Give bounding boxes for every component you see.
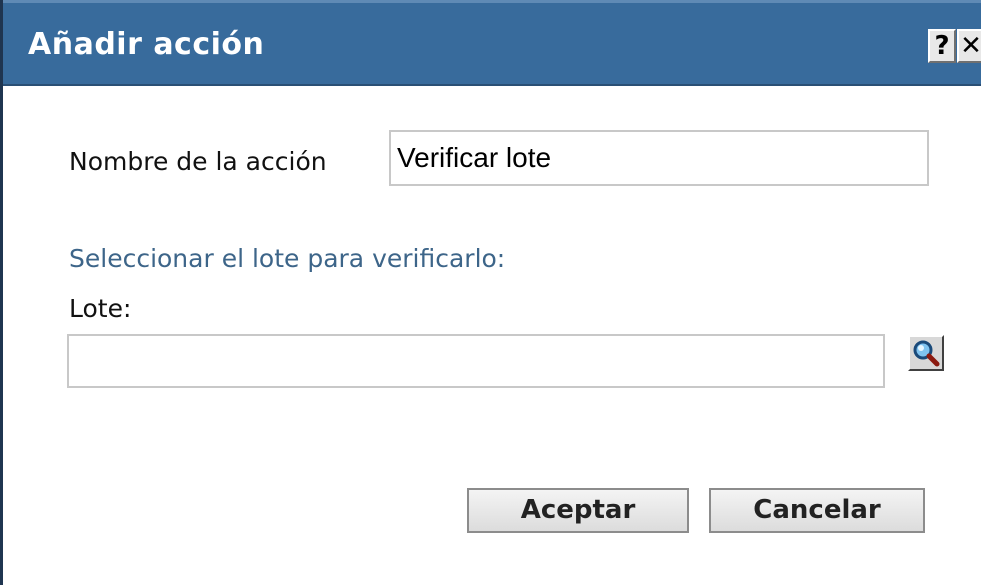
dialog-titlebar: Añadir acción ? ✕ — [3, 0, 981, 86]
close-button[interactable]: ✕ — [957, 29, 981, 63]
dialog-title: Añadir acción — [28, 27, 265, 62]
add-action-dialog: Añadir acción ? ✕ Nombre de la acción Se… — [0, 0, 981, 585]
action-name-input[interactable] — [389, 130, 929, 186]
select-batch-heading: Seleccionar el lote para verificarlo: — [69, 244, 506, 273]
cancel-button[interactable]: Cancelar — [709, 488, 925, 533]
action-name-label: Nombre de la acción — [69, 147, 327, 176]
help-button[interactable]: ? — [928, 29, 956, 63]
batch-label: Lote: — [69, 294, 132, 323]
magnifier-icon — [913, 340, 940, 367]
batch-input[interactable] — [67, 334, 885, 388]
browse-batch-button[interactable] — [908, 335, 944, 371]
accept-button[interactable]: Aceptar — [467, 488, 689, 533]
